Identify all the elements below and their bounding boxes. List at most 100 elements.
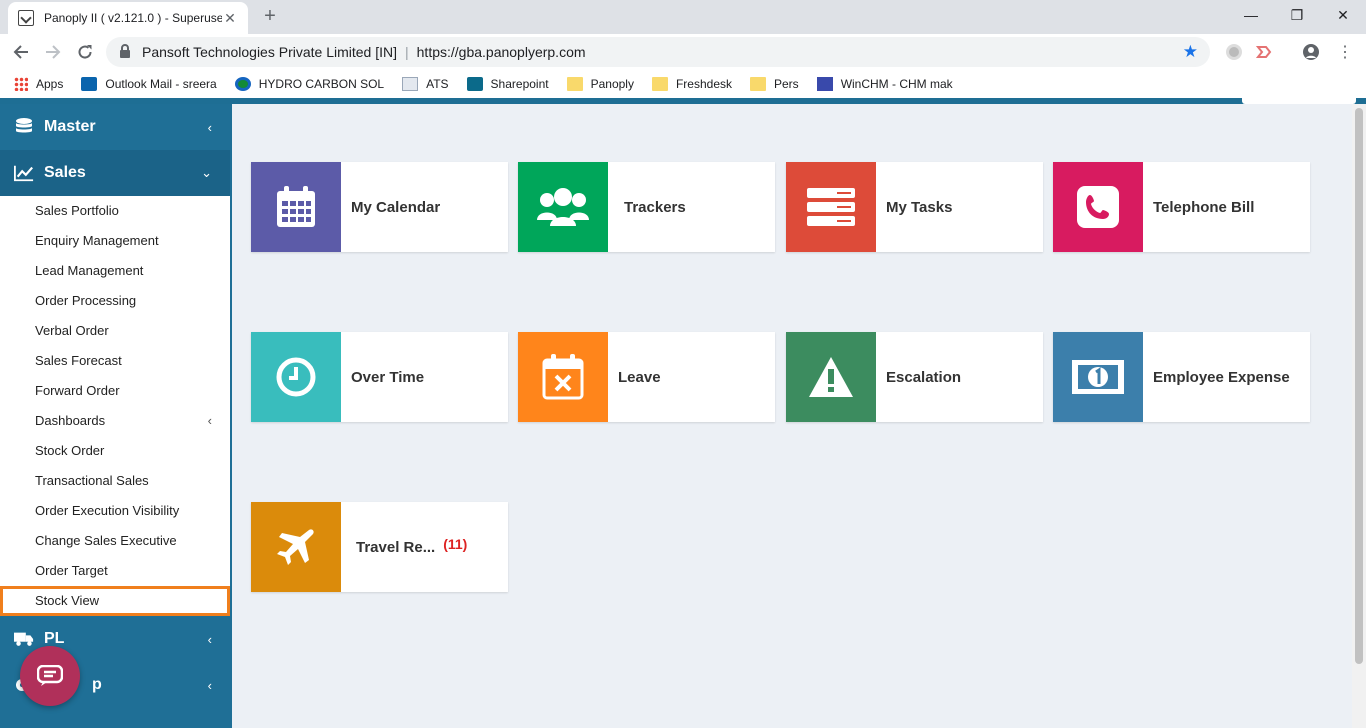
bookmark-apps[interactable]: Apps xyxy=(14,77,63,91)
tasks-icon xyxy=(786,162,876,252)
tile-label: My Tasks xyxy=(886,198,953,216)
close-window-button[interactable]: ✕ xyxy=(1320,0,1366,30)
bookmark-panoply[interactable]: Panoply xyxy=(566,77,634,91)
calendar-icon xyxy=(251,162,341,252)
bookmark-label: Apps xyxy=(36,77,64,91)
bookmark-winchm[interactable]: WinCHM - CHM mak xyxy=(816,77,953,91)
bookmark-label: ATS xyxy=(426,77,449,91)
site-org-name: Pansoft Technologies Private Limited [IN… xyxy=(142,44,397,60)
reload-button[interactable] xyxy=(74,41,96,63)
sidebar-item-verbal-order[interactable]: Verbal Order xyxy=(0,316,230,346)
sidebar-section-label: Master xyxy=(44,118,96,135)
browser-tab[interactable]: Panoply II ( v2.121.0 ) - Superuser ✕ xyxy=(8,2,248,34)
sidebar-item-order-processing[interactable]: Order Processing xyxy=(0,286,230,316)
tile-my-calendar[interactable]: My Calendar xyxy=(251,162,508,252)
sidebar-item-sales-portfolio[interactable]: Sales Portfolio xyxy=(0,196,230,226)
tile-leave[interactable]: Leave xyxy=(518,332,775,422)
sidebar-item-stock-order[interactable]: Stock Order xyxy=(0,436,230,466)
bookmark-label: HYDRO CARBON SOL xyxy=(258,77,385,91)
bookmark-label: Freshdesk xyxy=(675,77,732,91)
back-button[interactable] xyxy=(10,41,32,63)
tile-label: Trackers xyxy=(624,198,686,216)
bookmark-ats[interactable]: ATS xyxy=(402,77,449,91)
sidebar-item-label: Dashboards xyxy=(35,413,106,428)
browser-toolbar: Pansoft Technologies Private Limited [IN… xyxy=(0,34,1366,70)
tile-my-tasks[interactable]: My Tasks xyxy=(786,162,1043,252)
tile-employee-expense[interactable]: Employee Expense xyxy=(1053,332,1310,422)
folder-icon xyxy=(566,77,583,91)
money-icon xyxy=(1053,332,1143,422)
chevron-left-icon: ‹ xyxy=(207,631,212,647)
chevron-left-icon: ‹ xyxy=(207,413,212,428)
lock-icon xyxy=(120,44,130,58)
maximize-button[interactable]: ❐ xyxy=(1274,0,1320,30)
dashboard-main: My Calendar Trackers My Tasks Telephone … xyxy=(230,104,1366,728)
forward-arrow-icon xyxy=(46,45,61,59)
forward-button[interactable] xyxy=(42,41,64,63)
tile-telephone-bill[interactable]: Telephone Bill xyxy=(1053,162,1310,252)
favicon-icon xyxy=(18,10,34,26)
reload-icon xyxy=(78,45,92,59)
bookmark-label: WinCHM - CHM mak xyxy=(840,77,953,91)
truck-icon xyxy=(14,629,34,649)
sidebar-item-dashboards[interactable]: Dashboards ‹ xyxy=(0,406,230,436)
profile-icon[interactable] xyxy=(1303,44,1319,60)
bookmark-star-icon[interactable]: ★ xyxy=(1183,42,1198,62)
tab-close-icon[interactable]: ✕ xyxy=(222,10,238,27)
menu-kebab-icon[interactable]: ⋮ xyxy=(1334,41,1356,63)
tile-label: Leave xyxy=(618,368,661,386)
line-chart-icon xyxy=(14,163,34,183)
sidebar-section-sales[interactable]: Sales ⌄ xyxy=(0,150,230,196)
sidebar-item-change-sales-executive[interactable]: Change Sales Executive xyxy=(0,526,230,556)
folder-icon xyxy=(651,77,668,91)
minimize-button[interactable]: — xyxy=(1228,0,1274,30)
tile-label: Travel Re... xyxy=(356,538,436,556)
sharepoint-icon xyxy=(466,77,483,91)
browser-tabstrip: Panoply II ( v2.121.0 ) - Superuser ✕ + … xyxy=(0,0,1366,34)
calendar-x-icon xyxy=(518,332,608,422)
tile-label: Over Time xyxy=(351,368,425,386)
plane-icon xyxy=(251,502,341,592)
tile-trackers[interactable]: Trackers xyxy=(518,162,775,252)
bookmark-hydrocarbon[interactable]: HYDRO CARBON SOL xyxy=(234,77,385,91)
tile-label: Employee Expense xyxy=(1153,368,1290,386)
sidebar-section-master[interactable]: Master ‹ xyxy=(0,104,230,150)
chat-widget-button[interactable] xyxy=(20,646,80,706)
cast-extension-icon[interactable] xyxy=(1255,44,1272,60)
apps-icon xyxy=(14,77,28,91)
users-icon xyxy=(518,162,608,252)
sidebar-item-lead-management[interactable]: Lead Management xyxy=(0,256,230,286)
sidebar-item-sales-forecast[interactable]: Sales Forecast xyxy=(0,346,230,376)
address-bar[interactable]: Pansoft Technologies Private Limited [IN… xyxy=(106,37,1210,67)
chevron-down-icon: ⌄ xyxy=(201,165,212,180)
sidebar-item-stock-view[interactable]: Stock View xyxy=(0,586,230,616)
page-scrollbar[interactable] xyxy=(1352,104,1366,728)
sidebar-item-enquiry-management[interactable]: Enquiry Management xyxy=(0,226,230,256)
bookmark-label: Sharepoint xyxy=(490,77,549,91)
sidebar-item-forward-order[interactable]: Forward Order xyxy=(0,376,230,406)
tab-title: Panoply II ( v2.121.0 ) - Superuser xyxy=(44,11,222,25)
extension-icon[interactable] xyxy=(1226,44,1242,60)
bookmark-label: Panoply xyxy=(590,77,634,91)
winchm-icon xyxy=(816,77,833,91)
bookmarks-bar: Apps Outlook Mail - sreera HYDRO CARBON … xyxy=(0,70,1366,98)
sidebar-divider xyxy=(230,104,232,728)
scrollbar-thumb[interactable] xyxy=(1355,108,1363,664)
bookmark-pers[interactable]: Pers xyxy=(750,77,799,91)
tile-escalation[interactable]: Escalation xyxy=(786,332,1043,422)
new-tab-button[interactable]: + xyxy=(260,5,280,28)
sidebar-item-order-target[interactable]: Order Target xyxy=(0,556,230,586)
bookmark-freshdesk[interactable]: Freshdesk xyxy=(651,77,732,91)
window-controls: — ❐ ✕ xyxy=(1228,0,1366,30)
globe-icon xyxy=(234,77,251,91)
bookmark-outlook[interactable]: Outlook Mail - sreera xyxy=(81,77,217,91)
tile-over-time[interactable]: Over Time xyxy=(251,332,508,422)
sidebar-item-order-execution-visibility[interactable]: Order Execution Visibility xyxy=(0,496,230,526)
sales-submenu: Sales Portfolio Enquiry Management Lead … xyxy=(0,196,230,616)
tile-travel-request[interactable]: Travel Re... (11) xyxy=(251,502,508,592)
sidebar-item-transactional-sales[interactable]: Transactional Sales xyxy=(0,466,230,496)
url-separator: | xyxy=(405,44,409,60)
bookmark-sharepoint[interactable]: Sharepoint xyxy=(466,77,549,91)
sidebar: Master ‹ Sales ⌄ Sales Portfolio Enquiry… xyxy=(0,104,230,728)
bookmark-label: Pers xyxy=(774,77,799,91)
